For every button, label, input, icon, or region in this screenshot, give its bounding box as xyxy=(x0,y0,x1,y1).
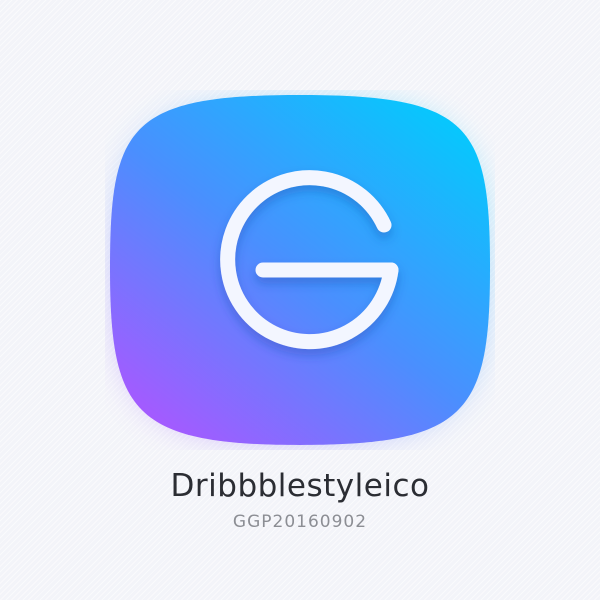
app-icon-tile xyxy=(110,95,490,445)
app-name: Dribbblestyleico xyxy=(170,468,430,504)
app-code: GGP20160902 xyxy=(232,512,368,532)
icon-showcase: Dribbblestyleico GGP20160902 xyxy=(0,0,600,600)
